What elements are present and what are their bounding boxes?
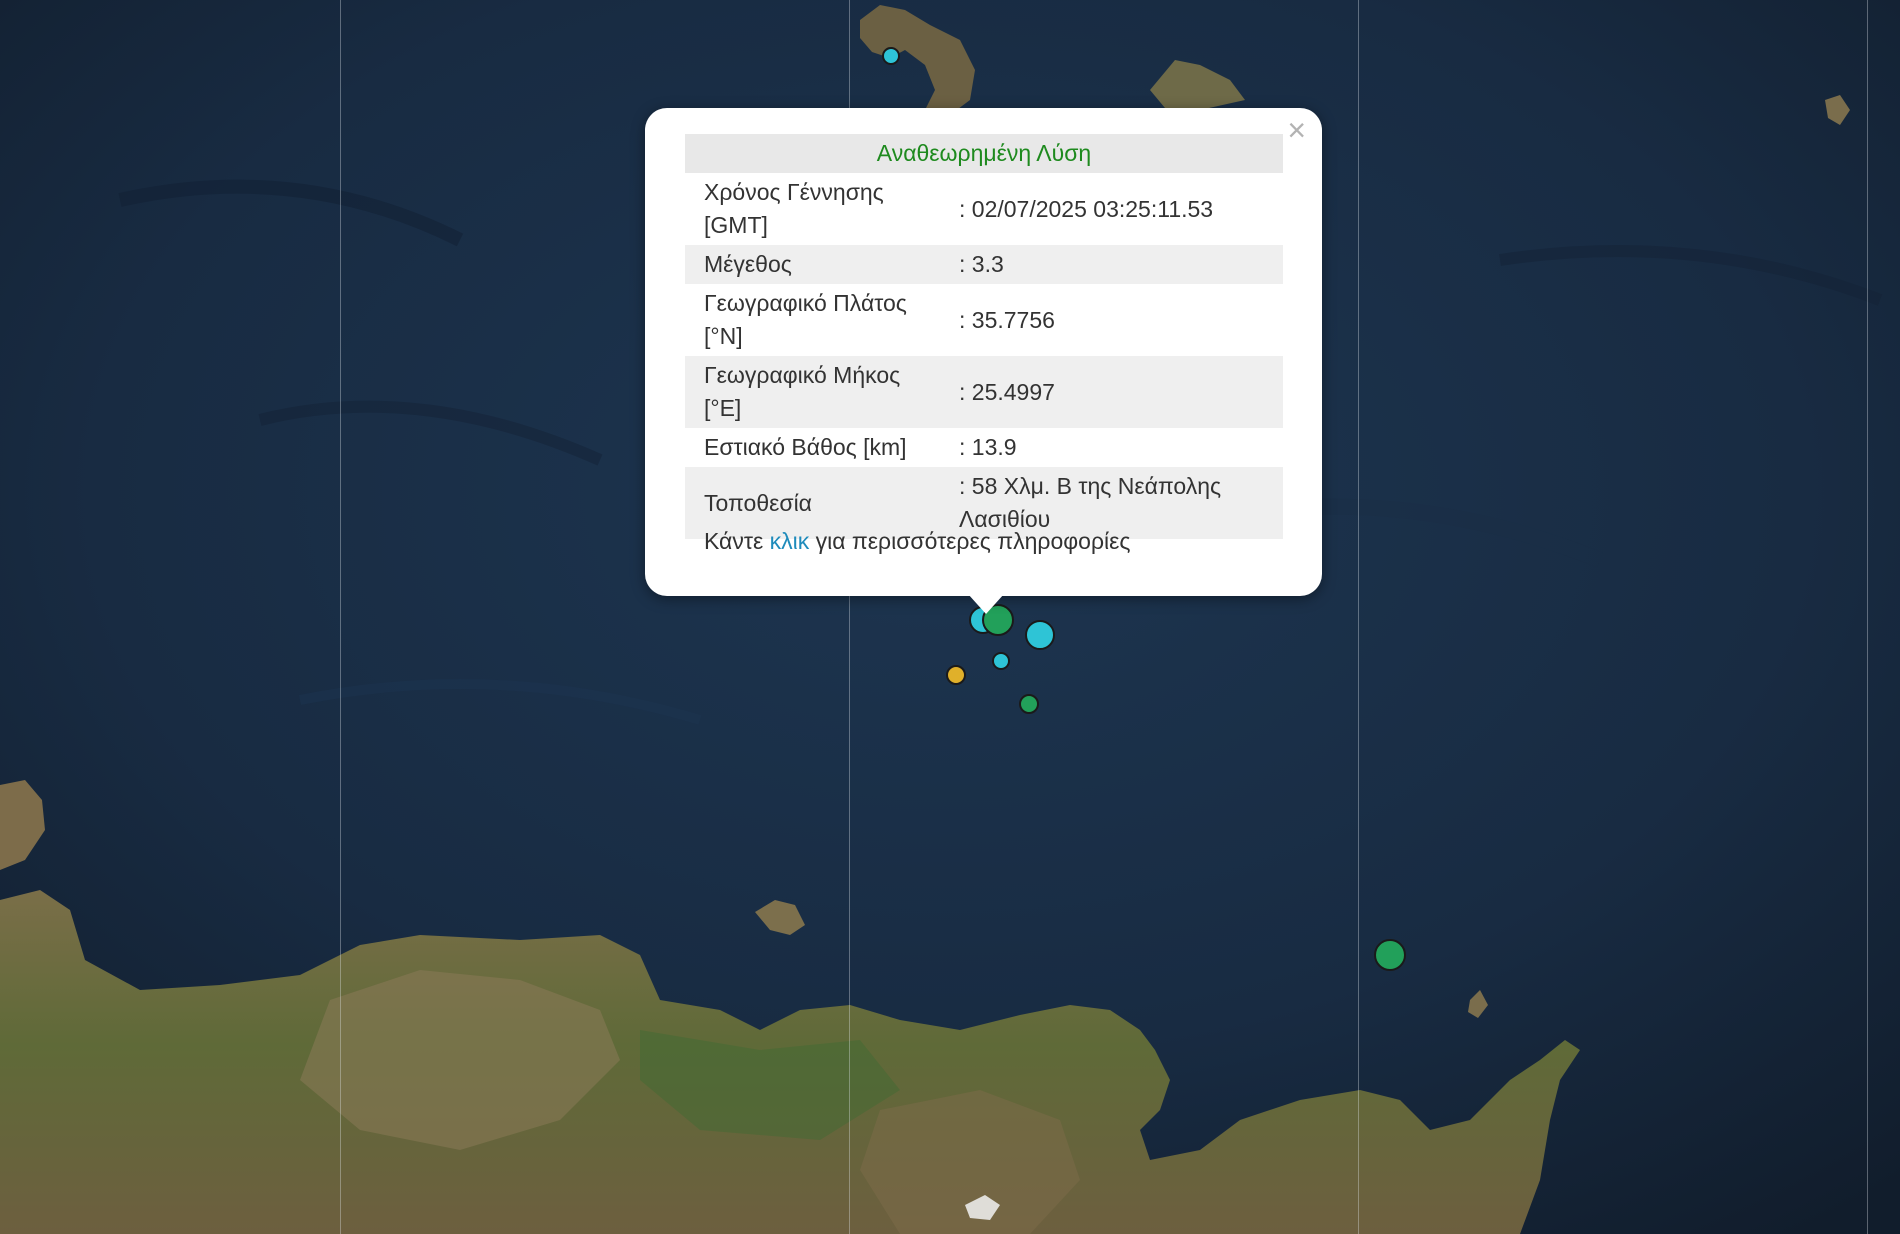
latitude-value: : 35.7756 — [959, 306, 1055, 333]
popup-title: Αναθεωρημένη Λύση — [685, 134, 1283, 173]
magnitude-value: : 3.3 — [940, 245, 1283, 284]
table-row: Εστιακό Βάθος [km] : 13.9 — [685, 428, 1283, 467]
depth-label: Εστιακό Βάθος [km] — [704, 434, 907, 460]
longitude-value: : 25.4997 — [940, 356, 1283, 428]
close-icon[interactable]: × — [1287, 114, 1306, 146]
more-info-prefix: Κάντε — [704, 528, 764, 554]
table-row: Γεωγραφικό Μήκος [°E] : 25.4997 — [685, 356, 1283, 428]
table-row: Χρόνος Γέννησης [GMT] : 02/07/2025 03:25… — [685, 173, 1283, 245]
meridian-line — [1867, 0, 1868, 1234]
magnitude-label: Μέγεθος — [685, 245, 940, 284]
table-row: Γεωγραφικό Πλάτος [°N] : 35.7756 — [685, 284, 1283, 356]
table-row: Μέγεθος : 3.3 — [685, 245, 1283, 284]
earthquake-marker[interactable] — [882, 47, 900, 65]
popup-title-row: Αναθεωρημένη Λύση — [685, 134, 1283, 173]
latitude-label: Γεωγραφικό Πλάτος [°N] — [704, 290, 907, 349]
earthquake-marker[interactable] — [946, 665, 966, 685]
earthquake-marker[interactable] — [1019, 694, 1039, 714]
earthquake-details-table: Αναθεωρημένη Λύση Χρόνος Γέννησης [GMT] … — [685, 134, 1283, 539]
more-info-suffix: για περισσότερες πληροφορίες — [815, 528, 1131, 554]
longitude-label: Γεωγραφικό Μήκος [°E] — [685, 356, 940, 428]
origin-time-value: : 02/07/2025 03:25:11.53 — [959, 195, 1214, 222]
more-info-link[interactable]: κλικ — [770, 528, 810, 554]
earthquake-marker[interactable] — [1025, 620, 1055, 650]
earthquake-marker[interactable] — [1374, 939, 1406, 971]
earthquake-marker[interactable] — [992, 652, 1010, 670]
popup-tip — [968, 594, 1004, 614]
more-info-line: Κάντε κλικ για περισσότερες πληροφορίες — [704, 528, 1131, 555]
depth-value: : 13.9 — [959, 434, 1017, 460]
meridian-line — [1358, 0, 1359, 1234]
origin-time-label: Χρόνος Γέννησης [GMT] — [704, 179, 884, 238]
earthquake-popup: × Αναθεωρημένη Λύση Χρόνος Γέννησης [GMT… — [645, 108, 1322, 596]
meridian-line — [340, 0, 341, 1234]
